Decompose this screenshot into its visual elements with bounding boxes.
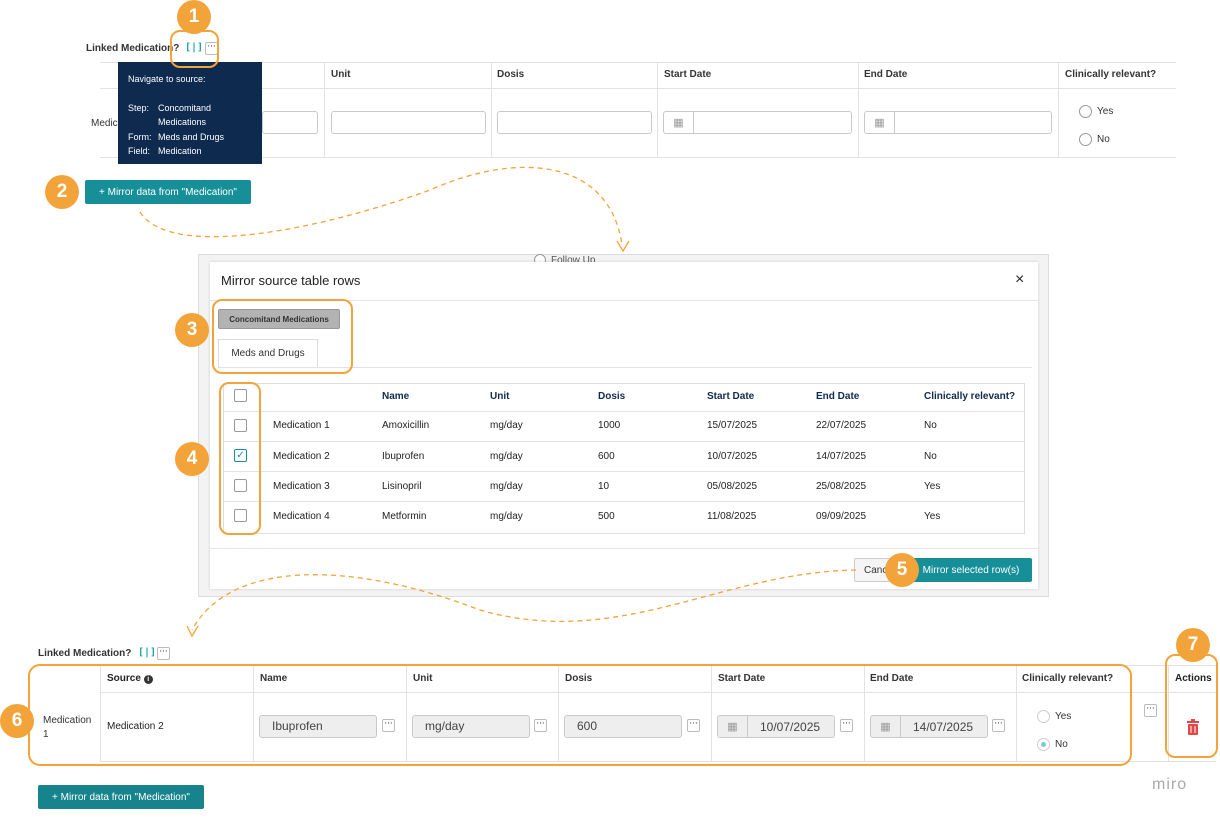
badge-2: 2 [45, 175, 79, 209]
badge-4: 4 [175, 442, 209, 476]
annotation-arrows [139, 166, 857, 638]
badge-1: 1 [177, 0, 211, 34]
badge-5: 5 [885, 553, 919, 587]
badge-3: 3 [175, 313, 209, 347]
badge-6: 6 [0, 704, 34, 738]
badge-7: 7 [1176, 628, 1210, 662]
